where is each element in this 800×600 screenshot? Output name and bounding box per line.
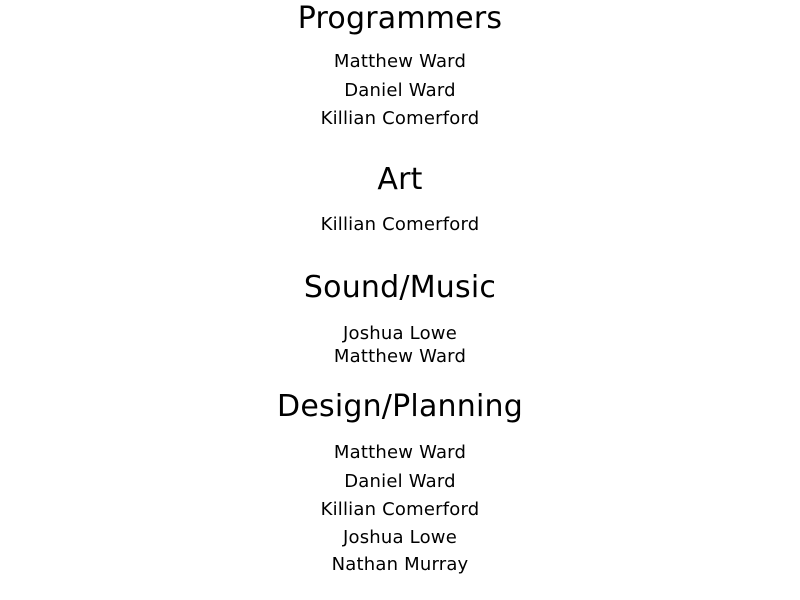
credit-name: Matthew Ward xyxy=(333,51,467,72)
credit-name: Killian Comerford xyxy=(320,214,480,235)
credit-name: Matthew Ward xyxy=(333,442,467,463)
section-title-art: Art xyxy=(377,162,423,197)
credit-name: Daniel Ward xyxy=(344,471,456,492)
credit-name: Matthew Ward xyxy=(333,346,467,367)
credit-name: Joshua Lowe xyxy=(343,323,457,344)
section-title-sound-music: Sound/Music xyxy=(303,270,497,305)
section-title-design-planning: Design/Planning xyxy=(277,389,523,424)
credit-name: Joshua Lowe xyxy=(343,527,457,548)
credit-name: Daniel Ward xyxy=(344,80,456,101)
section-title-programmers: Programmers xyxy=(297,1,503,36)
credit-name: Nathan Murray xyxy=(331,554,469,575)
credit-name: Killian Comerford xyxy=(320,499,480,520)
credit-name: Killian Comerford xyxy=(320,108,480,129)
credits-screen: Programmers Matthew Ward Daniel Ward Kil… xyxy=(0,0,800,600)
